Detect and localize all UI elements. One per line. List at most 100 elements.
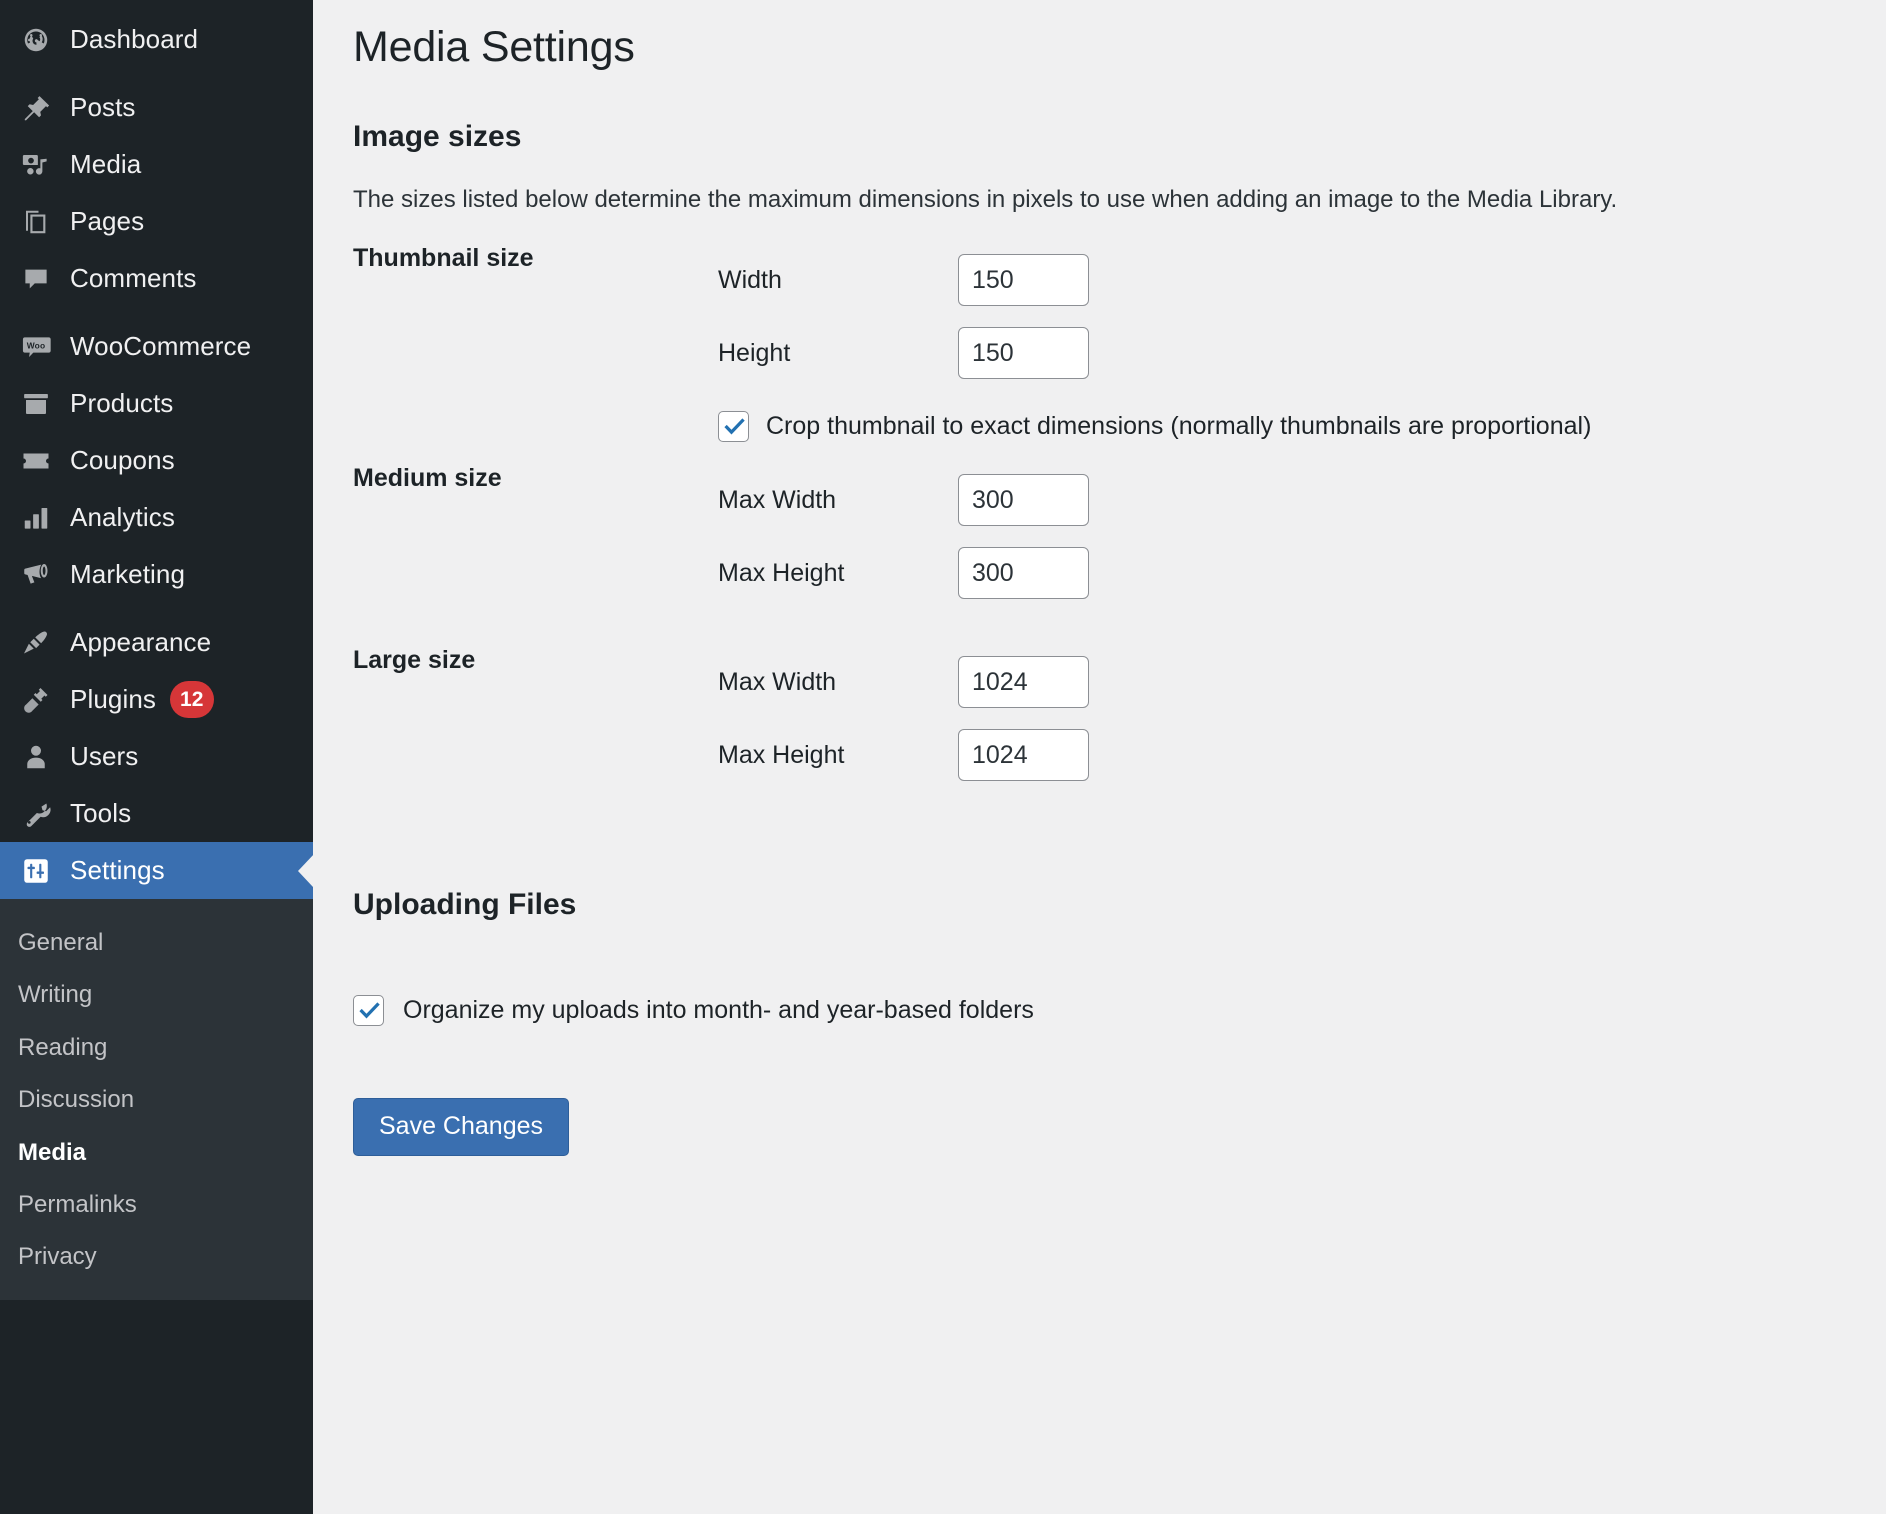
medium-max-height-label: Max Height bbox=[718, 559, 958, 588]
sidebar-item-label: Settings bbox=[70, 855, 165, 886]
submenu-item-general[interactable]: General bbox=[0, 917, 313, 969]
sidebar-group-spacer bbox=[0, 68, 313, 79]
organize-uploads-checkbox[interactable] bbox=[353, 995, 384, 1026]
pin-icon bbox=[12, 93, 60, 123]
image-sizes-description: The sizes listed below determine the max… bbox=[353, 182, 1886, 218]
wrench-icon bbox=[12, 799, 60, 829]
sidebar-item-comments[interactable]: Comments bbox=[0, 250, 313, 307]
sidebar-item-products[interactable]: Products bbox=[0, 375, 313, 432]
submenu-item-writing[interactable]: Writing bbox=[0, 969, 313, 1021]
sidebar-item-plugins[interactable]: Plugins 12 bbox=[0, 671, 313, 728]
organize-uploads-label[interactable]: Organize my uploads into month- and year… bbox=[403, 996, 1034, 1025]
large-max-width-input[interactable] bbox=[958, 656, 1089, 708]
thumbnail-height-row: Height bbox=[718, 317, 1853, 390]
sidebar-top-spacer bbox=[0, 0, 313, 11]
paintbrush-icon bbox=[12, 628, 60, 658]
sidebar-item-settings[interactable]: Settings bbox=[0, 842, 313, 899]
sidebar-item-label: Coupons bbox=[70, 445, 175, 476]
large-max-height-row: Max Height bbox=[718, 719, 1853, 792]
sidebar-item-posts[interactable]: Posts bbox=[0, 79, 313, 136]
submenu-item-privacy[interactable]: Privacy bbox=[0, 1231, 313, 1283]
sidebar-item-label: Media bbox=[70, 149, 141, 180]
marketing-megaphone-icon bbox=[12, 560, 60, 590]
thumbnail-fields: Width Height bbox=[718, 244, 1853, 464]
image-sizes-form-table: Thumbnail size Width Height bbox=[353, 244, 1853, 792]
thumbnail-width-row: Width bbox=[718, 244, 1853, 317]
sidebar-item-marketing[interactable]: Marketing bbox=[0, 546, 313, 603]
admin-screen: Dashboard Posts Media bbox=[0, 0, 1886, 1514]
medium-max-width-input[interactable] bbox=[958, 474, 1089, 526]
settings-submenu: General Writing Reading Discussion Media… bbox=[0, 899, 313, 1300]
sidebar-item-users[interactable]: Users bbox=[0, 728, 313, 785]
sidebar-item-pages[interactable]: Pages bbox=[0, 193, 313, 250]
save-changes-button[interactable]: Save Changes bbox=[353, 1098, 569, 1156]
sidebar-item-label: Appearance bbox=[70, 627, 211, 658]
sidebar-item-label: Dashboard bbox=[70, 24, 198, 55]
large-max-height-input[interactable] bbox=[958, 729, 1089, 781]
sidebar-item-label: Analytics bbox=[70, 502, 175, 533]
coupons-icon bbox=[12, 446, 60, 476]
uploading-files-heading: Uploading Files bbox=[353, 888, 1886, 922]
organize-uploads-row: Organize my uploads into month- and year… bbox=[353, 974, 1886, 1048]
user-icon bbox=[12, 742, 60, 772]
sidebar-item-label: Pages bbox=[70, 206, 144, 237]
sidebar-group-spacer bbox=[0, 307, 313, 318]
medium-fields: Max Width Max Height bbox=[718, 464, 1853, 646]
woocommerce-icon: Woo bbox=[12, 331, 60, 363]
submenu-item-reading[interactable]: Reading bbox=[0, 1022, 313, 1074]
admin-sidebar: Dashboard Posts Media bbox=[0, 0, 313, 1514]
sidebar-item-tools[interactable]: Tools bbox=[0, 785, 313, 842]
sidebar-item-media[interactable]: Media bbox=[0, 136, 313, 193]
products-icon bbox=[12, 389, 60, 419]
sidebar-item-label: Tools bbox=[70, 798, 131, 829]
table-row-large: Large size Max Width Max Height bbox=[353, 646, 1853, 792]
plugin-icon bbox=[12, 685, 60, 715]
large-max-height-label: Max Height bbox=[718, 741, 958, 770]
thumbnail-height-input[interactable] bbox=[958, 327, 1089, 379]
crop-thumbnail-row: Crop thumbnail to exact dimensions (norm… bbox=[718, 390, 1853, 464]
medium-bottom-spacer bbox=[718, 610, 1853, 646]
sidebar-item-label: Posts bbox=[70, 92, 136, 123]
sidebar-item-label: Products bbox=[70, 388, 173, 419]
settings-sliders-icon bbox=[12, 856, 60, 886]
comments-icon bbox=[12, 264, 60, 294]
sidebar-group-spacer bbox=[0, 603, 313, 614]
large-max-width-row: Max Width bbox=[718, 646, 1853, 719]
pages-icon bbox=[12, 207, 60, 237]
medium-max-width-row: Max Width bbox=[718, 464, 1853, 537]
medium-size-label: Medium size bbox=[353, 464, 718, 646]
current-menu-arrow-icon bbox=[298, 854, 313, 888]
large-fields: Max Width Max Height bbox=[718, 646, 1853, 792]
large-size-label: Large size bbox=[353, 646, 718, 792]
analytics-icon bbox=[12, 503, 60, 533]
page-title: Media Settings bbox=[353, 20, 1886, 76]
sidebar-item-woocommerce[interactable]: Woo WooCommerce bbox=[0, 318, 313, 375]
media-icon bbox=[12, 150, 60, 180]
table-row-medium: Medium size Max Width Max Height bbox=[353, 464, 1853, 646]
sidebar-item-label: Marketing bbox=[70, 559, 185, 590]
checkmark-icon bbox=[722, 414, 747, 439]
sidebar-item-dashboard[interactable]: Dashboard bbox=[0, 11, 313, 68]
sidebar-item-appearance[interactable]: Appearance bbox=[0, 614, 313, 671]
medium-max-height-row: Max Height bbox=[718, 537, 1853, 610]
medium-max-height-input[interactable] bbox=[958, 547, 1089, 599]
thumbnail-width-label: Width bbox=[718, 266, 958, 295]
main-content: Media Settings Image sizes The sizes lis… bbox=[313, 0, 1886, 1514]
submenu-item-permalinks[interactable]: Permalinks bbox=[0, 1179, 313, 1231]
sidebar-item-label: Users bbox=[70, 741, 138, 772]
crop-thumbnail-label[interactable]: Crop thumbnail to exact dimensions (norm… bbox=[766, 412, 1591, 441]
sidebar-item-coupons[interactable]: Coupons bbox=[0, 432, 313, 489]
thumbnail-height-label: Height bbox=[718, 339, 958, 368]
submenu-item-discussion[interactable]: Discussion bbox=[0, 1074, 313, 1126]
sidebar-item-label: WooCommerce bbox=[70, 331, 251, 362]
large-max-width-label: Max Width bbox=[718, 668, 958, 697]
table-row-thumbnail: Thumbnail size Width Height bbox=[353, 244, 1853, 464]
submenu-item-media[interactable]: Media bbox=[0, 1127, 313, 1179]
sidebar-item-analytics[interactable]: Analytics bbox=[0, 489, 313, 546]
crop-thumbnail-checkbox[interactable] bbox=[718, 411, 749, 442]
image-sizes-heading: Image sizes bbox=[353, 120, 1886, 154]
sidebar-item-label: Comments bbox=[70, 263, 197, 294]
dashboard-icon bbox=[12, 25, 60, 55]
svg-text:Woo: Woo bbox=[27, 340, 45, 350]
thumbnail-width-input[interactable] bbox=[958, 254, 1089, 306]
